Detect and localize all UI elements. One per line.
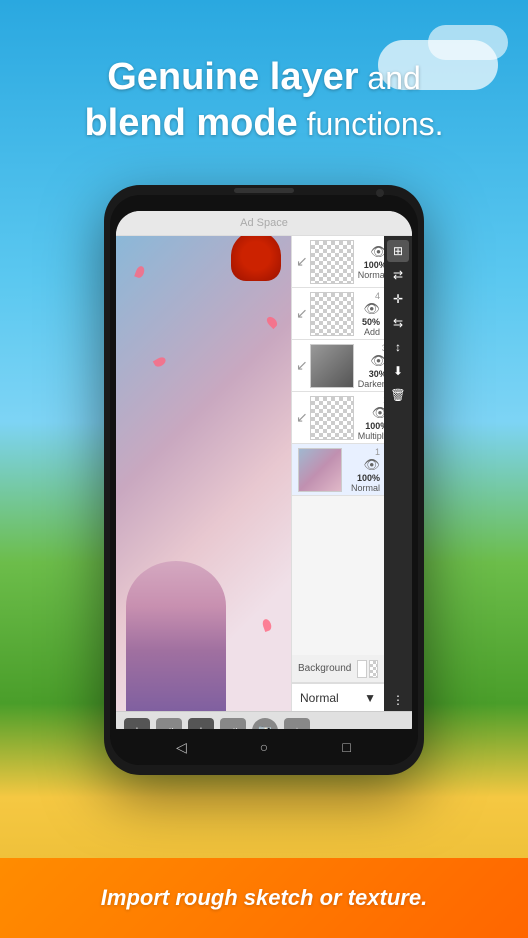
nav-back-button[interactable]: ◁ xyxy=(170,736,192,758)
layer-num-3: 3 xyxy=(380,343,384,353)
phone-inner: Ad Space xyxy=(110,195,418,765)
app-screen: Ad Space xyxy=(116,211,412,749)
headline-bold-1: Genuine layer xyxy=(107,56,358,98)
layer-info-1: 1 👁 100% Normal xyxy=(346,447,380,493)
toolbar-flip-icon[interactable]: ⇆ xyxy=(387,312,409,334)
nav-home-button[interactable]: ○ xyxy=(253,736,275,758)
layer-thumbnail-4 xyxy=(310,292,354,336)
phone-nav-bar: ◁ ○ □ xyxy=(110,729,418,765)
layer-mode-4: Add xyxy=(364,327,380,337)
nav-recents-button[interactable]: □ xyxy=(336,736,358,758)
layer-eye-top[interactable]: 👁 xyxy=(370,244,384,260)
layer-eye-1[interactable]: 👁 xyxy=(363,457,380,473)
petal-1 xyxy=(134,265,146,279)
artwork-canvas[interactable] xyxy=(116,236,291,711)
layer-opacity-4: 50% xyxy=(362,317,380,327)
layer-opacity-2: 100% xyxy=(365,421,384,431)
background-row: Background xyxy=(292,655,384,683)
toolbar-checkerboard-icon[interactable]: ⊞ xyxy=(387,240,409,262)
layer-eye-2[interactable]: 👁 xyxy=(372,405,384,421)
anime-artwork xyxy=(116,236,291,711)
layer-merge-arrow-2: ↙ xyxy=(296,409,308,426)
layer-mode-3: Darken xyxy=(358,379,384,389)
nav-home-icon: ○ xyxy=(260,739,268,755)
layer-thumbnail-1 xyxy=(298,448,342,492)
phone-frame: Ad Space xyxy=(104,185,424,775)
layer-mode-2: Multiply xyxy=(358,431,384,441)
layer-thumbnail-3 xyxy=(310,344,354,388)
nav-back-icon: ◁ xyxy=(176,739,187,756)
layer-info-4: 4 👁 50% Add xyxy=(358,291,380,337)
layer-thumbnail-top xyxy=(310,240,354,284)
layer-item-3[interactable]: ↙ 3 👁 30% Darken xyxy=(292,340,384,392)
blend-mode-label: Normal xyxy=(300,691,339,705)
layer-merge-arrow-top: ↙ xyxy=(296,253,308,270)
orange-banner-text: Import rough sketch or texture. xyxy=(101,885,427,911)
layer-eye-4[interactable]: 👁 xyxy=(363,301,380,317)
layer-info-top: 👁 100% Normal xyxy=(358,244,384,280)
blend-mode-bar[interactable]: Normal ▼ xyxy=(292,683,384,711)
headline-bold-2: blend mode xyxy=(84,102,297,144)
toolbar-move-icon[interactable]: ✛ xyxy=(387,288,409,310)
layer-eye-3[interactable]: 👁 xyxy=(370,353,384,369)
layer-merge-arrow-4: ↙ xyxy=(296,305,308,322)
headline: Genuine layer and blend mode functions. xyxy=(0,55,528,146)
nav-recents-icon: □ xyxy=(342,739,350,755)
petal-3 xyxy=(153,356,167,369)
flower-decoration xyxy=(231,236,281,281)
layer-thumbnail-2 xyxy=(310,396,354,440)
layer-mode-1: Normal xyxy=(351,483,380,493)
phone-camera xyxy=(376,189,384,197)
right-toolbar: ⊞ ⇄ ✛ ⇆ ↕ ⬇ 🗑 ⋮ xyxy=(384,236,412,711)
canvas-area: ↙ 👁 100% Normal ↙ xyxy=(116,236,412,711)
layer-item-2[interactable]: ↙ 2 👁 100% Multiply xyxy=(292,392,384,444)
layer-num-1: 1 xyxy=(373,447,380,457)
anime-character xyxy=(126,561,226,711)
layer-info-2: 2 👁 100% Multiply xyxy=(358,395,384,441)
toolbar-download-icon[interactable]: ⬇ xyxy=(387,360,409,382)
layer-num-2: 2 xyxy=(381,395,384,405)
toolbar-transform-icon[interactable]: ↕ xyxy=(387,336,409,358)
layer-item-4[interactable]: ↙ 4 👁 50% Add xyxy=(292,288,384,340)
layer-item-top[interactable]: ↙ 👁 100% Normal xyxy=(292,236,384,288)
bg-transparent-swatch[interactable] xyxy=(369,660,378,678)
headline-rest-1: and xyxy=(359,60,421,96)
toolbar-more-icon[interactable]: ⋮ xyxy=(387,689,409,711)
ad-bar: Ad Space xyxy=(116,211,412,236)
petal-4 xyxy=(261,618,273,632)
blend-mode-chevron: ▼ xyxy=(364,691,376,705)
layers-list: ↙ 👁 100% Normal ↙ xyxy=(292,236,384,655)
layer-opacity-1: 100% xyxy=(357,473,380,483)
headline-rest-2: functions. xyxy=(298,106,444,142)
ad-bar-label: Ad Space xyxy=(240,217,288,229)
toolbar-delete-icon[interactable]: 🗑 xyxy=(387,384,409,406)
layer-item-1[interactable]: 1 👁 100% Normal xyxy=(292,444,384,496)
layer-mode-top: Normal xyxy=(358,270,384,280)
phone-speaker xyxy=(234,188,294,193)
orange-banner: Import rough sketch or texture. xyxy=(0,858,528,938)
toolbar-layers-icon[interactable]: ⇄ xyxy=(387,264,409,286)
layer-num-4: 4 xyxy=(373,291,380,301)
bg-white-swatch[interactable] xyxy=(357,660,366,678)
petal-2 xyxy=(265,315,279,329)
layer-panel: ↙ 👁 100% Normal ↙ xyxy=(291,236,384,711)
bg-label: Background xyxy=(298,663,351,674)
layer-info-3: 3 👁 30% Darken xyxy=(358,343,384,389)
layer-opacity-3: 30% xyxy=(369,369,384,379)
layer-opacity-top: 100% xyxy=(364,260,384,270)
layer-merge-arrow-3: ↙ xyxy=(296,357,308,374)
